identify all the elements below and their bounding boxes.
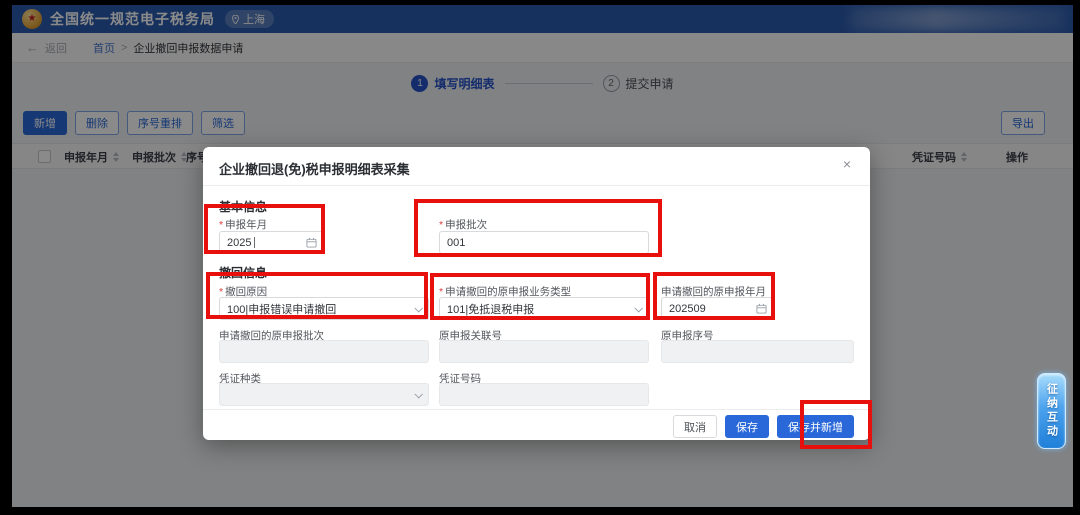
close-icon[interactable]: ×: [838, 156, 856, 174]
voucher-no-input: [439, 383, 649, 406]
withdraw-reason-select[interactable]: 100|申报错误申请撤回: [219, 297, 429, 320]
modal-header-divider: [203, 185, 870, 186]
chevron-down-icon: [634, 304, 642, 312]
orig-report-ref-input: [439, 340, 649, 363]
modal-footer: 取消 保存 保存并新增: [673, 415, 854, 438]
orig-report-month-input[interactable]: 202509: [661, 297, 775, 320]
modal-footer-divider: [203, 409, 870, 410]
withdraw-detail-modal: 企业撤回退(免)税申报明细表采集 × 基本信息 *申报年月 2025 *申报批次…: [203, 147, 870, 440]
required-mark: *: [439, 219, 443, 231]
chevron-down-icon: [414, 390, 422, 398]
calendar-icon: [306, 237, 317, 248]
orig-business-type-select[interactable]: 101|免抵退税申报: [439, 297, 649, 320]
save-button[interactable]: 保存: [725, 415, 769, 438]
tax-interaction-label: 征纳互动: [1044, 383, 1060, 439]
chevron-down-icon: [414, 304, 422, 312]
section-withdraw-info: 撤回信息: [219, 264, 267, 281]
required-mark: *: [219, 219, 223, 231]
app-window: ★ 全国统一规范电子税务局 上海 ← 返回 首页 > 企业撤回申报数据申请 1 …: [12, 5, 1073, 507]
calendar-icon: [756, 303, 767, 314]
report-month-input[interactable]: 2025: [219, 231, 325, 254]
report-batch-label: *申报批次: [439, 217, 487, 232]
section-basic-info: 基本信息: [219, 198, 267, 215]
report-month-label: *申报年月: [219, 217, 267, 232]
modal-title: 企业撤回退(免)税申报明细表采集: [219, 159, 410, 178]
orig-report-batch-input: [219, 340, 429, 363]
orig-report-seq-input: [661, 340, 854, 363]
tax-interaction-badge[interactable]: 征纳互动: [1037, 373, 1066, 449]
cancel-button[interactable]: 取消: [673, 415, 717, 438]
report-batch-input[interactable]: 001: [439, 231, 649, 254]
voucher-type-select: [219, 383, 429, 406]
text-cursor: [254, 237, 255, 248]
save-and-add-button[interactable]: 保存并新增: [777, 415, 854, 438]
